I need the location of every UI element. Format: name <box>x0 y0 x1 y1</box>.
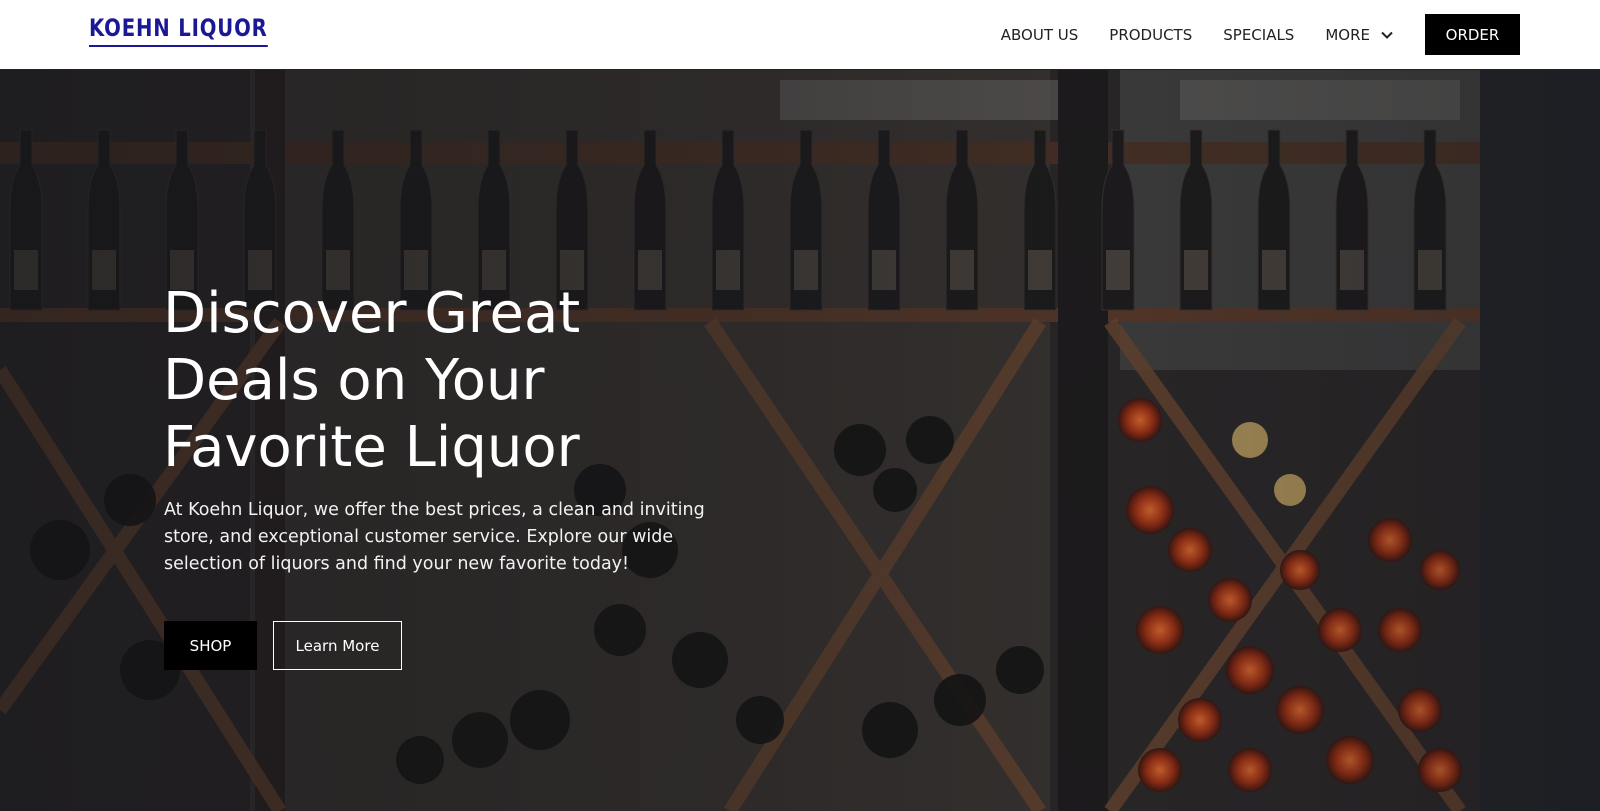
learn-more-button[interactable]: Learn More <box>273 621 402 670</box>
nav-specials[interactable]: SPECIALS <box>1223 26 1294 44</box>
order-button[interactable]: ORDER <box>1425 14 1520 55</box>
nav-more-dropdown[interactable]: MORE <box>1325 26 1394 44</box>
hero-headline: Discover Great Deals on Your Favorite Li… <box>163 281 581 480</box>
nav-products-label: PRODUCTS <box>1109 25 1193 44</box>
chevron-down-icon <box>1381 31 1393 39</box>
shop-button[interactable]: SHOP <box>164 621 257 670</box>
nav-about-us[interactable]: ABOUT US <box>1001 26 1079 44</box>
nav-about-us-label: ABOUT US <box>1000 25 1079 44</box>
nav-specials-label: SPECIALS <box>1223 25 1295 44</box>
main-nav: ABOUT US PRODUCTS SPECIALS MORE ORDER <box>1001 14 1520 55</box>
hero-description: At Koehn Liquor, we offer the best price… <box>164 500 705 574</box>
brand-logo[interactable]: KOEHN LIQUOR <box>89 15 268 47</box>
site-header: KOEHN LIQUOR ABOUT US PRODUCTS SPECIALS … <box>0 0 1600 70</box>
hero-section: Discover Great Deals on Your Favorite Li… <box>0 70 1600 811</box>
nav-more-label: MORE <box>1325 25 1370 44</box>
nav-products[interactable]: PRODUCTS <box>1109 26 1192 44</box>
